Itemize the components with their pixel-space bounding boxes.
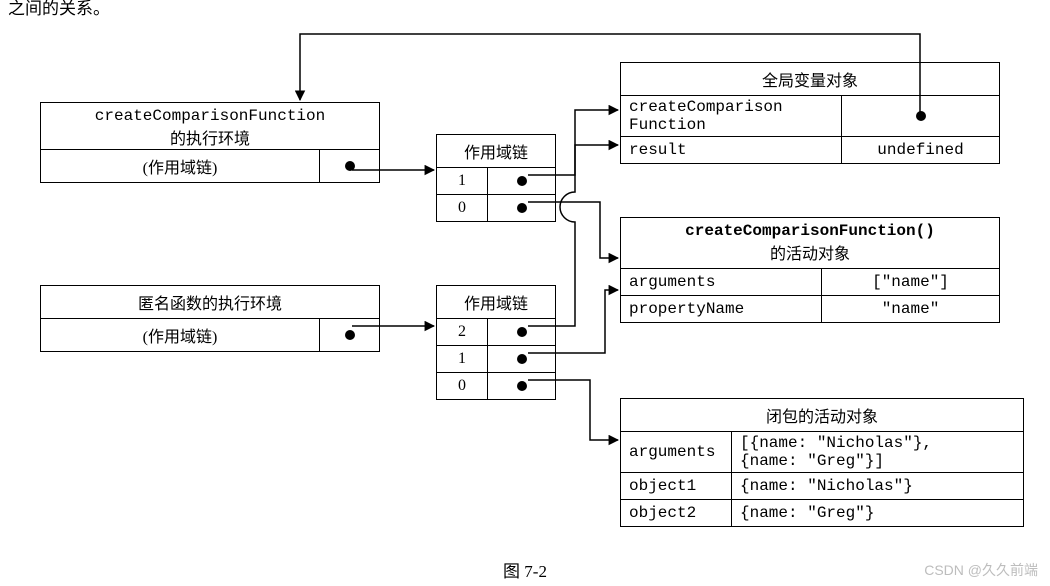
- closure-key-object2: object2: [621, 500, 731, 526]
- closure-activation-object: 闭包的活动对象 arguments [{name: "Nicholas"}, {…: [620, 398, 1024, 527]
- env1-scope-pointer: [319, 150, 379, 182]
- pointer-dot-icon: [517, 327, 527, 337]
- sc1-ptr-0: [487, 195, 555, 221]
- closure-val-args-l1: [{name: "Nicholas"},: [740, 434, 932, 452]
- exec-env-anonymous: 匿名函数的执行环境 (作用域链): [40, 285, 380, 352]
- scope-chain-1: 作用域链 1 0: [436, 134, 556, 222]
- env2-title: 匿名函数的执行环境: [41, 286, 379, 318]
- cropped-top-text: 之间的关系。: [8, 0, 110, 19]
- figure-caption: 图 7-2: [0, 557, 1050, 582]
- env2-scope-label: (作用域链): [41, 319, 319, 351]
- closure-key-object1: object1: [621, 473, 731, 499]
- sc2-index-0: 0: [437, 373, 487, 399]
- sc2-index-1: 1: [437, 346, 487, 372]
- sc2-ptr-0: [487, 373, 555, 399]
- act1-key-arguments: arguments: [621, 269, 821, 295]
- scopechain2-header: 作用域链: [437, 286, 555, 318]
- env1-title-line2: 的执行环境: [47, 125, 373, 149]
- closure-title: 闭包的活动对象: [621, 399, 1023, 431]
- closure-val-object2: {name: "Greg"}: [731, 500, 1023, 526]
- act1-title-l1: createComparisonFunction(): [685, 222, 935, 240]
- scopechain1-header: 作用域链: [437, 135, 555, 167]
- sc1-ptr-1: [487, 168, 555, 194]
- pointer-dot-icon: [517, 354, 527, 364]
- activation-object-ccf: createComparisonFunction() 的活动对象 argumen…: [620, 217, 1000, 323]
- act1-title-l2: 的活动对象: [770, 246, 850, 263]
- act1-key-propertyName: propertyName: [621, 296, 821, 322]
- global-variable-object: 全局变量对象 createComparison Function result …: [620, 62, 1000, 164]
- global-val-ccf: [841, 96, 999, 136]
- closure-val-object1: {name: "Nicholas"}: [731, 473, 1023, 499]
- global-val-result: undefined: [841, 137, 999, 163]
- sc2-index-2: 2: [437, 319, 487, 345]
- sc2-ptr-1: [487, 346, 555, 372]
- env1-title-line1: createComparisonFunction: [47, 107, 373, 125]
- closure-val-args-l2: {name: "Greg"}]: [740, 452, 884, 470]
- pointer-dot-icon: [517, 381, 527, 391]
- exec-env-createComparisonFunction: createComparisonFunction 的执行环境 (作用域链): [40, 102, 380, 183]
- global-key-ccf-l1: createComparison: [629, 98, 783, 116]
- pointer-dot-icon: [517, 176, 527, 186]
- watermark: CSDN @久久前端: [924, 560, 1038, 580]
- global-key-ccf-l2: Function: [629, 116, 706, 134]
- global-key-result: result: [621, 137, 841, 163]
- sc1-index-0: 0: [437, 195, 487, 221]
- sc2-ptr-2: [487, 319, 555, 345]
- global-key-ccf: createComparison Function: [621, 96, 841, 136]
- closure-key-arguments: arguments: [621, 432, 731, 472]
- env1-scope-label: (作用域链): [41, 150, 319, 182]
- global-title: 全局变量对象: [621, 63, 999, 95]
- env2-scope-pointer: [319, 319, 379, 351]
- act1-val-arguments: ["name"]: [821, 269, 999, 295]
- pointer-dot-icon: [345, 330, 355, 340]
- env1-title: createComparisonFunction 的执行环境: [41, 103, 379, 149]
- act1-val-propertyName: "name": [821, 296, 999, 322]
- pointer-dot-icon: [517, 203, 527, 213]
- closure-val-arguments: [{name: "Nicholas"}, {name: "Greg"}]: [731, 432, 1023, 472]
- sc1-index-1: 1: [437, 168, 487, 194]
- act1-title: createComparisonFunction() 的活动对象: [621, 218, 999, 268]
- pointer-dot-icon: [916, 111, 926, 121]
- pointer-dot-icon: [345, 161, 355, 171]
- scope-chain-2: 作用域链 2 1 0: [436, 285, 556, 400]
